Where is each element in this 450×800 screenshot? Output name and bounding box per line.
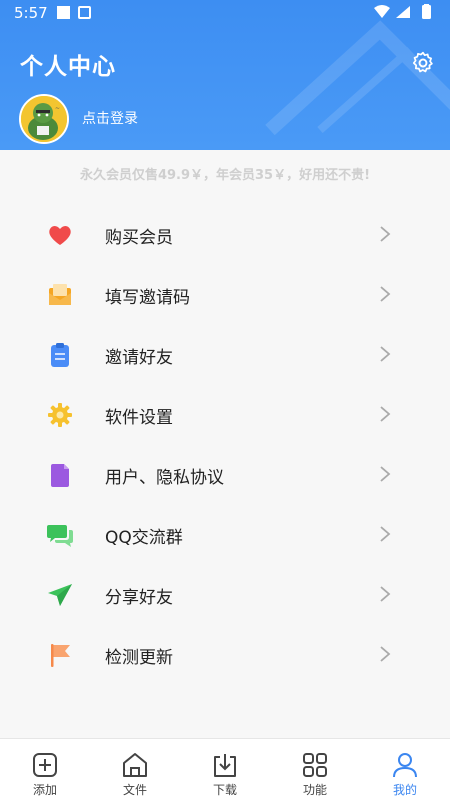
menu-item-share-friends[interactable]: 分享好友 [0, 564, 450, 624]
user-icon [393, 753, 417, 778]
avatar[interactable]: ~ [19, 94, 69, 144]
chevron-right-icon [380, 526, 391, 542]
avatar-character-icon: ~ [21, 96, 67, 142]
notification-icon [57, 6, 70, 19]
chevron-right-icon [380, 286, 391, 302]
nav-tab-add[interactable]: 添加 [0, 739, 90, 800]
menu-item-label: 邀请好友 [105, 348, 173, 368]
gear-icon [48, 403, 72, 427]
bottom-navigation: 添加 文件 下载 功能 我的 [0, 738, 450, 800]
menu-item-label: QQ交流群 [105, 528, 183, 548]
clipboard-icon [51, 343, 69, 367]
chevron-right-icon [380, 226, 391, 242]
send-icon [48, 584, 72, 606]
menu-item-app-settings[interactable]: 软件设置 [0, 384, 450, 444]
chevron-right-icon [380, 646, 391, 662]
menu-item-invite-friends[interactable]: 邀请好友 [0, 324, 450, 384]
menu-item-label: 购买会员 [105, 228, 173, 248]
chevron-right-icon [380, 406, 391, 422]
grid-icon [303, 753, 327, 777]
chevron-right-icon [380, 466, 391, 482]
settings-gear-icon[interactable] [410, 50, 436, 76]
header-decoration [265, 20, 450, 136]
profile-header: 5:57 个人中心 ~ 点击登录 [0, 0, 450, 150]
envelope-icon [49, 284, 71, 305]
menu-item-buy-membership[interactable]: 购买会员 [0, 204, 450, 264]
nav-tab-label: 功能 [302, 783, 327, 797]
nav-tab-files[interactable]: 文件 [90, 739, 180, 800]
nav-tab-label: 下载 [212, 783, 237, 797]
status-time: 5:57 [14, 4, 48, 22]
document-icon [51, 464, 69, 487]
menu-item-invite-code[interactable]: 填写邀请码 [0, 264, 450, 324]
nav-tab-download[interactable]: 下载 [180, 739, 270, 800]
menu-item-label: 软件设置 [105, 408, 173, 428]
chevron-right-icon [380, 586, 391, 602]
settings-menu: 购买会员 填写邀请码 邀请好友 软件设置 用户、隐私协议 QQ交流群 分享好友 … [0, 204, 450, 684]
flag-icon [51, 644, 70, 667]
page-title: 个人中心 [20, 54, 116, 80]
menu-item-privacy-agreement[interactable]: 用户、隐私协议 [0, 444, 450, 504]
heart-icon [49, 226, 71, 245]
notification-a-icon [78, 6, 91, 19]
nav-tab-label: 添加 [32, 783, 57, 797]
menu-item-check-update[interactable]: 检测更新 [0, 624, 450, 684]
wifi-signal-battery-icon [374, 4, 431, 19]
menu-item-label: 用户、隐私协议 [105, 468, 224, 488]
nav-tab-label: 文件 [122, 783, 147, 797]
status-icons [372, 4, 436, 24]
chevron-right-icon [380, 346, 391, 362]
nav-tab-label: 我的 [392, 783, 417, 797]
menu-item-qq-group[interactable]: QQ交流群 [0, 504, 450, 564]
menu-item-label: 分享好友 [105, 588, 173, 608]
membership-promo-text: 永久会员仅售49.9￥，年会员35￥，好用还不贵! [79, 168, 371, 183]
chat-icon [47, 525, 73, 547]
download-icon [214, 754, 236, 777]
nav-tab-features[interactable]: 功能 [270, 739, 360, 800]
svg-text:~: ~ [55, 105, 60, 112]
nav-tab-mine[interactable]: 我的 [360, 739, 450, 800]
menu-item-label: 检测更新 [105, 648, 173, 668]
add-icon [33, 753, 57, 777]
menu-item-label: 填写邀请码 [105, 288, 190, 308]
home-icon [123, 753, 147, 777]
login-link[interactable]: 点击登录 [82, 108, 138, 128]
status-bar: 5:57 [0, 0, 450, 26]
